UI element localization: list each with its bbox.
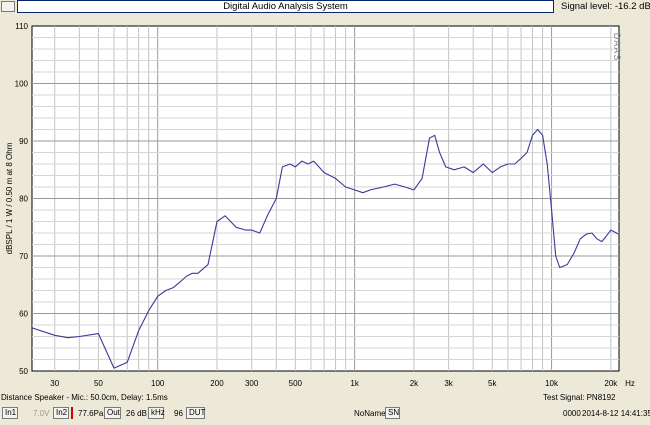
serial-number-button[interactable]: SN [385, 407, 400, 419]
measurement-info-row: Distance Speaker - Mic.: 50.0cm, Delay: … [0, 392, 650, 403]
window-menu-button[interactable] [1, 1, 15, 12]
x-tick-label: 2k [410, 379, 419, 388]
input-2-button[interactable]: In2 [53, 407, 69, 419]
dut-button[interactable]: DUT [186, 407, 205, 419]
dut-name-text: NoName [354, 409, 386, 418]
x-tick-label: 5k [488, 379, 497, 388]
x-tick-label: 50 [94, 379, 103, 388]
title-bar: Digital Audio Analysis System Signal lev… [0, 0, 650, 14]
voltage-readout: 7.0V [33, 409, 50, 418]
output-button[interactable]: Out [104, 407, 121, 419]
input-1-button[interactable]: In1 [2, 407, 18, 419]
x-tick-label: 30 [50, 379, 59, 388]
x-tick-label: 1k [350, 379, 359, 388]
chart-svg[interactable]: 110 100 90 80 70 60 50 30 50 100 200 300 500 1k 2k 3k 5k… [0, 15, 650, 391]
pressure-readout: 77.6Pa [78, 409, 104, 418]
y-tick-label: 100 [15, 80, 29, 89]
distance-delay-text: Distance Speaker - Mic.: 50.0cm, Delay: … [1, 393, 168, 402]
watermark-text: DAAS [612, 33, 622, 62]
sample-rate-readout: 96 [174, 409, 183, 418]
input-level-indicator [71, 407, 73, 419]
y-axis-label: dBSPL / 1 W / 0.50 m at 8 Ohm [5, 142, 14, 254]
window-title: Digital Audio Analysis System [17, 0, 554, 13]
y-tick-label: 110 [15, 22, 28, 31]
y-tick-label: 80 [19, 195, 28, 204]
x-tick-label: 100 [151, 379, 165, 388]
status-code: 0000 [563, 409, 581, 418]
x-tick-label: 300 [245, 379, 259, 388]
frequency-response-plot[interactable]: 110 100 90 80 70 60 50 30 50 100 200 300 500 1k 2k 3k 5k… [0, 15, 650, 391]
signal-level-readout: Signal level: -16.2 dBPa [561, 1, 650, 12]
x-tick-label: 20k [604, 379, 618, 388]
khz-button[interactable]: kHz [148, 407, 165, 419]
date-time: 2014-8-12 14:41:35 [582, 409, 650, 418]
x-tick-label: 500 [289, 379, 303, 388]
x-tick-label: 200 [210, 379, 224, 388]
x-axis-label: Hz [625, 379, 635, 388]
x-tick-label: 10k [545, 379, 559, 388]
status-bar: In1 7.0V In2 77.6Pa Out 26 dB kHz 96 DUT… [0, 405, 650, 425]
y-tick-label: 60 [19, 310, 28, 319]
y-tick-label: 70 [19, 252, 28, 261]
y-tick-label: 50 [19, 367, 28, 376]
gain-readout: 26 dB [126, 409, 147, 418]
x-tick-label: 3k [444, 379, 453, 388]
y-tick-label: 90 [19, 137, 28, 146]
test-signal-text: Test Signal: PN8192 [543, 393, 616, 402]
